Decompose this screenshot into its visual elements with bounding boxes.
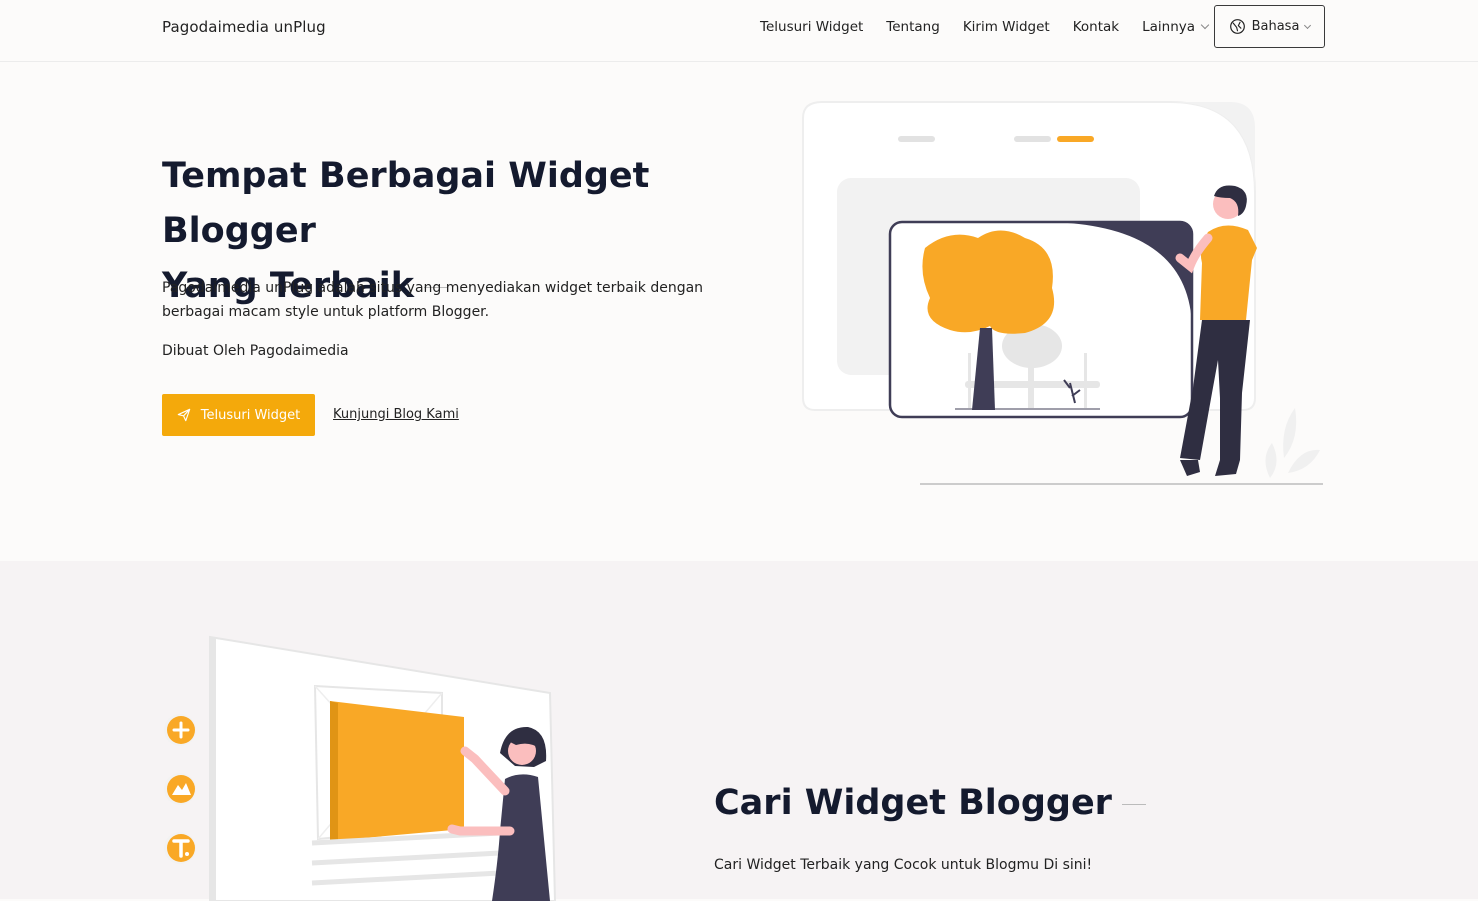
visit-blog-link[interactable]: Kunjungi Blog Kami xyxy=(333,407,459,422)
nav-kirim-widget[interactable]: Kirim Widget xyxy=(963,19,1050,35)
hero-description: Pagodaimedia unPlug adalah situs yang me… xyxy=(162,280,704,320)
plus-icon xyxy=(164,714,196,746)
explore-widget-label: Telusuri Widget xyxy=(200,407,301,423)
hero-title-line1: Tempat Berbagai Widget Blogger xyxy=(162,156,650,251)
main-nav: Telusuri Widget Tentang Kirim Widget Kon… xyxy=(760,19,1231,35)
nav-tentang[interactable]: Tentang xyxy=(886,19,940,35)
nav-lainnya-label: Lainnya xyxy=(1142,19,1196,35)
hero-credit: Dibuat Oleh Pagodaimedia xyxy=(162,343,349,359)
globe-icon xyxy=(1229,19,1245,34)
nav-lainnya-dropdown[interactable]: Lainnya xyxy=(1142,19,1210,35)
search-illustration xyxy=(164,635,557,901)
section-title-text: Cari Widget Blogger xyxy=(714,783,1112,823)
language-label: Bahasa xyxy=(1251,19,1300,34)
chevron-down-icon xyxy=(1304,21,1312,29)
section-description: Cari Widget Terbaik yang Cocok untuk Blo… xyxy=(714,857,1093,873)
nav-kontak[interactable]: Kontak xyxy=(1073,19,1119,35)
hero-illustration xyxy=(802,101,1323,485)
title-divider xyxy=(1121,803,1146,805)
chevron-down-icon xyxy=(1200,20,1210,30)
search-widget-section: Cari Widget Blogger Cari Widget Terbaik … xyxy=(0,561,1478,901)
image-icon xyxy=(164,773,196,805)
site-header: Pagodaimedia unPlug Telusuri Widget Tent… xyxy=(0,0,1478,62)
explore-widget-button[interactable]: Telusuri Widget xyxy=(162,394,315,436)
send-icon xyxy=(177,408,191,422)
language-button[interactable]: Bahasa xyxy=(1214,5,1325,48)
section-title: Cari Widget Blogger xyxy=(714,783,1146,823)
nav-telusuri-widget[interactable]: Telusuri Widget xyxy=(760,19,863,35)
brand-logo[interactable]: Pagodaimedia unPlug xyxy=(162,18,326,36)
hero-section: Tempat Berbagai Widget Blogger Yang Terb… xyxy=(0,62,1478,561)
text-icon xyxy=(164,832,196,864)
